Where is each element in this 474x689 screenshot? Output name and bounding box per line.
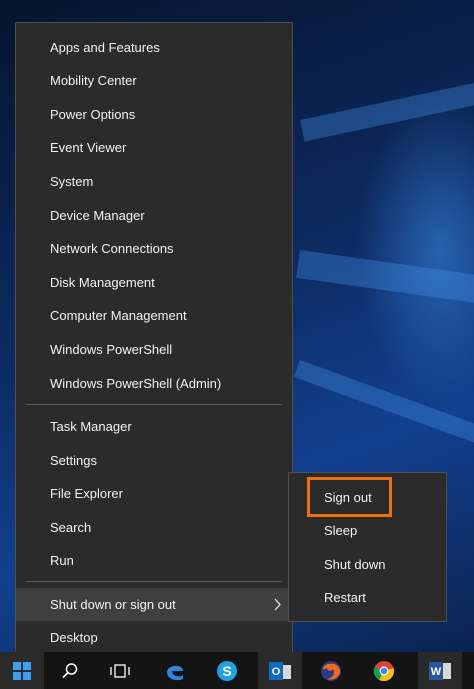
menu-item-search[interactable]: Search [16, 511, 292, 544]
edge-icon[interactable] [153, 652, 197, 689]
light-beam [300, 65, 474, 142]
menu-item-system[interactable]: System [16, 165, 292, 198]
search-icon[interactable] [48, 652, 92, 689]
menu-item-windows-powershell[interactable]: Windows PowerShell [16, 333, 292, 366]
firefox-icon[interactable] [309, 652, 353, 689]
sign-out-highlight-box [307, 477, 392, 517]
outlook-icon[interactable]: O [258, 652, 302, 689]
menu-item-power-options[interactable]: Power Options [16, 98, 292, 131]
word-icon[interactable]: W [418, 652, 462, 689]
menu-item-desktop[interactable]: Desktop [16, 621, 292, 654]
menu-separator [26, 581, 282, 582]
menu-item-device-manager[interactable]: Device Manager [16, 199, 292, 232]
menu-item-network-connections[interactable]: Network Connections [16, 232, 292, 265]
menu-item-shut-down-or-sign-out[interactable]: Shut down or sign out [16, 588, 292, 621]
menu-item-mobility-center[interactable]: Mobility Center [16, 64, 292, 97]
menu-item-run[interactable]: Run [16, 544, 292, 577]
chrome-icon[interactable] [362, 652, 406, 689]
taskbar: S O W [0, 652, 474, 689]
svg-text:S: S [222, 663, 231, 679]
winx-context-menu: Apps and Features Mobility Center Power … [15, 22, 293, 653]
light-beam [296, 250, 474, 314]
skype-icon[interactable]: S [205, 652, 249, 689]
submenu-item-restart[interactable]: Restart [289, 581, 446, 614]
light-beam [293, 360, 474, 466]
menu-item-apps-and-features[interactable]: Apps and Features [16, 31, 292, 64]
svg-text:O: O [272, 666, 281, 678]
menu-item-computer-management[interactable]: Computer Management [16, 299, 292, 332]
menu-separator [26, 404, 282, 405]
menu-item-settings[interactable]: Settings [16, 444, 292, 477]
menu-item-disk-management[interactable]: Disk Management [16, 266, 292, 299]
submenu-item-shut-down[interactable]: Shut down [289, 548, 446, 581]
windows-start-icon[interactable] [0, 652, 44, 689]
menu-item-windows-powershell-admin[interactable]: Windows PowerShell (Admin) [16, 367, 292, 400]
svg-text:W: W [431, 666, 442, 678]
menu-item-task-manager[interactable]: Task Manager [16, 410, 292, 443]
task-view-icon[interactable] [98, 652, 142, 689]
menu-item-event-viewer[interactable]: Event Viewer [16, 131, 292, 164]
submenu-item-sleep[interactable]: Sleep [289, 514, 446, 547]
menu-item-file-explorer[interactable]: File Explorer [16, 477, 292, 510]
